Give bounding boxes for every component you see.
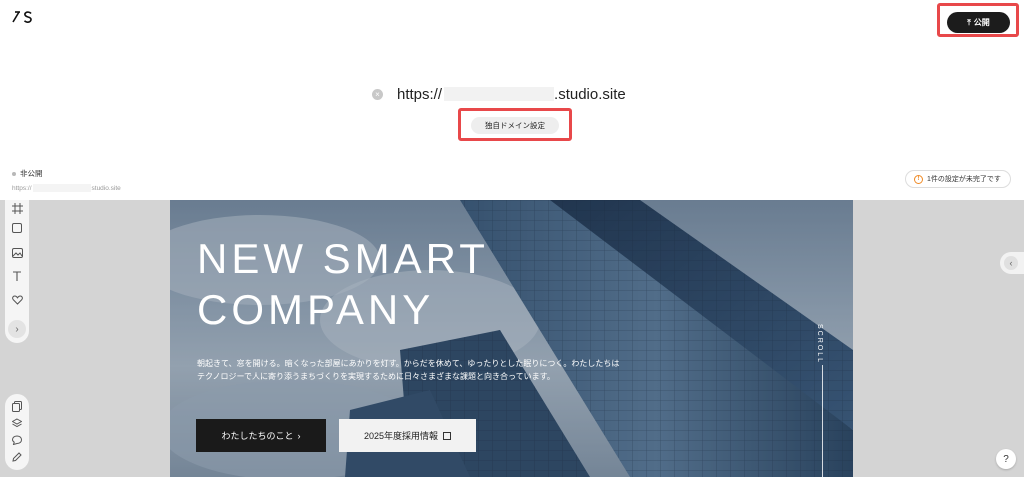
studio-logo xyxy=(12,11,32,23)
external-link-icon xyxy=(443,431,452,440)
text-icon[interactable] xyxy=(9,268,25,284)
recruit-info-button[interactable]: 2025年度採用情報 xyxy=(339,419,476,452)
publish-button[interactable]: ⤒ 公開 xyxy=(947,12,1010,33)
custom-domain-highlight: 独自ドメイン設定 xyxy=(458,108,572,141)
incomplete-settings-badge[interactable]: ! 1件の設定が未完了です xyxy=(905,170,1011,188)
comment-icon[interactable] xyxy=(9,432,25,448)
expand-toolbar-icon[interactable]: › xyxy=(8,320,26,338)
scroll-indicator-label: SCROLL xyxy=(816,324,823,365)
heart-icon[interactable] xyxy=(9,292,25,308)
pages-icon[interactable] xyxy=(9,398,25,414)
warning-icon: ! xyxy=(914,174,923,184)
status-url-redacted xyxy=(32,184,91,192)
publish-button-label: 公開 xyxy=(973,18,990,27)
status-label: 非公開 xyxy=(20,169,43,178)
publish-arrow-icon: ⤒ xyxy=(967,17,971,27)
clear-icon[interactable]: × xyxy=(372,88,383,100)
right-panel-toggle[interactable]: ‹ xyxy=(1000,252,1024,274)
status-dot-icon xyxy=(12,171,16,176)
box-icon[interactable] xyxy=(9,220,25,236)
left-toolbar-secondary xyxy=(5,394,29,470)
frame-icon[interactable] xyxy=(9,200,25,216)
recruit-info-label: 2025年度採用情報 xyxy=(363,431,439,441)
publish-button-highlight: ⤒ 公開 xyxy=(937,3,1019,37)
site-url-row: × https:// .studio.site xyxy=(372,84,626,104)
url-suffix: .studio.site xyxy=(554,85,626,103)
chevron-right-icon: › xyxy=(297,430,301,441)
hero-description: 朝起きて、窓を開ける。暗くなった部屋にあかりを灯す。からだを休めて、ゆったりとし… xyxy=(197,359,620,381)
image-icon[interactable] xyxy=(9,245,25,261)
left-toolbar: › xyxy=(5,200,29,343)
about-us-button[interactable]: わたしたちのこと › xyxy=(196,419,326,452)
hero-section[interactable]: NEW SMART COMPANY 朝起きて、窓を開ける。暗くなった部屋にあかり… xyxy=(170,200,853,477)
edit-icon[interactable] xyxy=(9,449,25,465)
url-prefix: https:// xyxy=(397,85,443,103)
status-url-suffix: studio.site xyxy=(91,184,121,192)
layers-icon[interactable] xyxy=(9,415,25,431)
custom-domain-button[interactable]: 独自ドメイン設定 xyxy=(471,117,559,134)
status-url-prefix: https:// xyxy=(12,184,32,192)
scroll-indicator-line xyxy=(822,365,823,477)
hero-title: NEW SMART COMPANY xyxy=(197,235,489,333)
chevron-left-icon: ‹ xyxy=(1004,256,1018,270)
about-us-label: わたしたちのこと xyxy=(221,431,294,441)
status-url[interactable]: https:// studio.site xyxy=(12,184,121,192)
help-button[interactable]: ? xyxy=(996,449,1016,469)
site-status: 非公開 https:// studio.site xyxy=(12,168,121,192)
incomplete-settings-label: 1件の設定が未完了です xyxy=(927,176,1001,183)
url-subdomain-redacted xyxy=(444,87,555,101)
publish-settings-panel: ⤒ 公開 × https:// .studio.site 独自ドメイン設定 非公… xyxy=(0,0,1024,200)
